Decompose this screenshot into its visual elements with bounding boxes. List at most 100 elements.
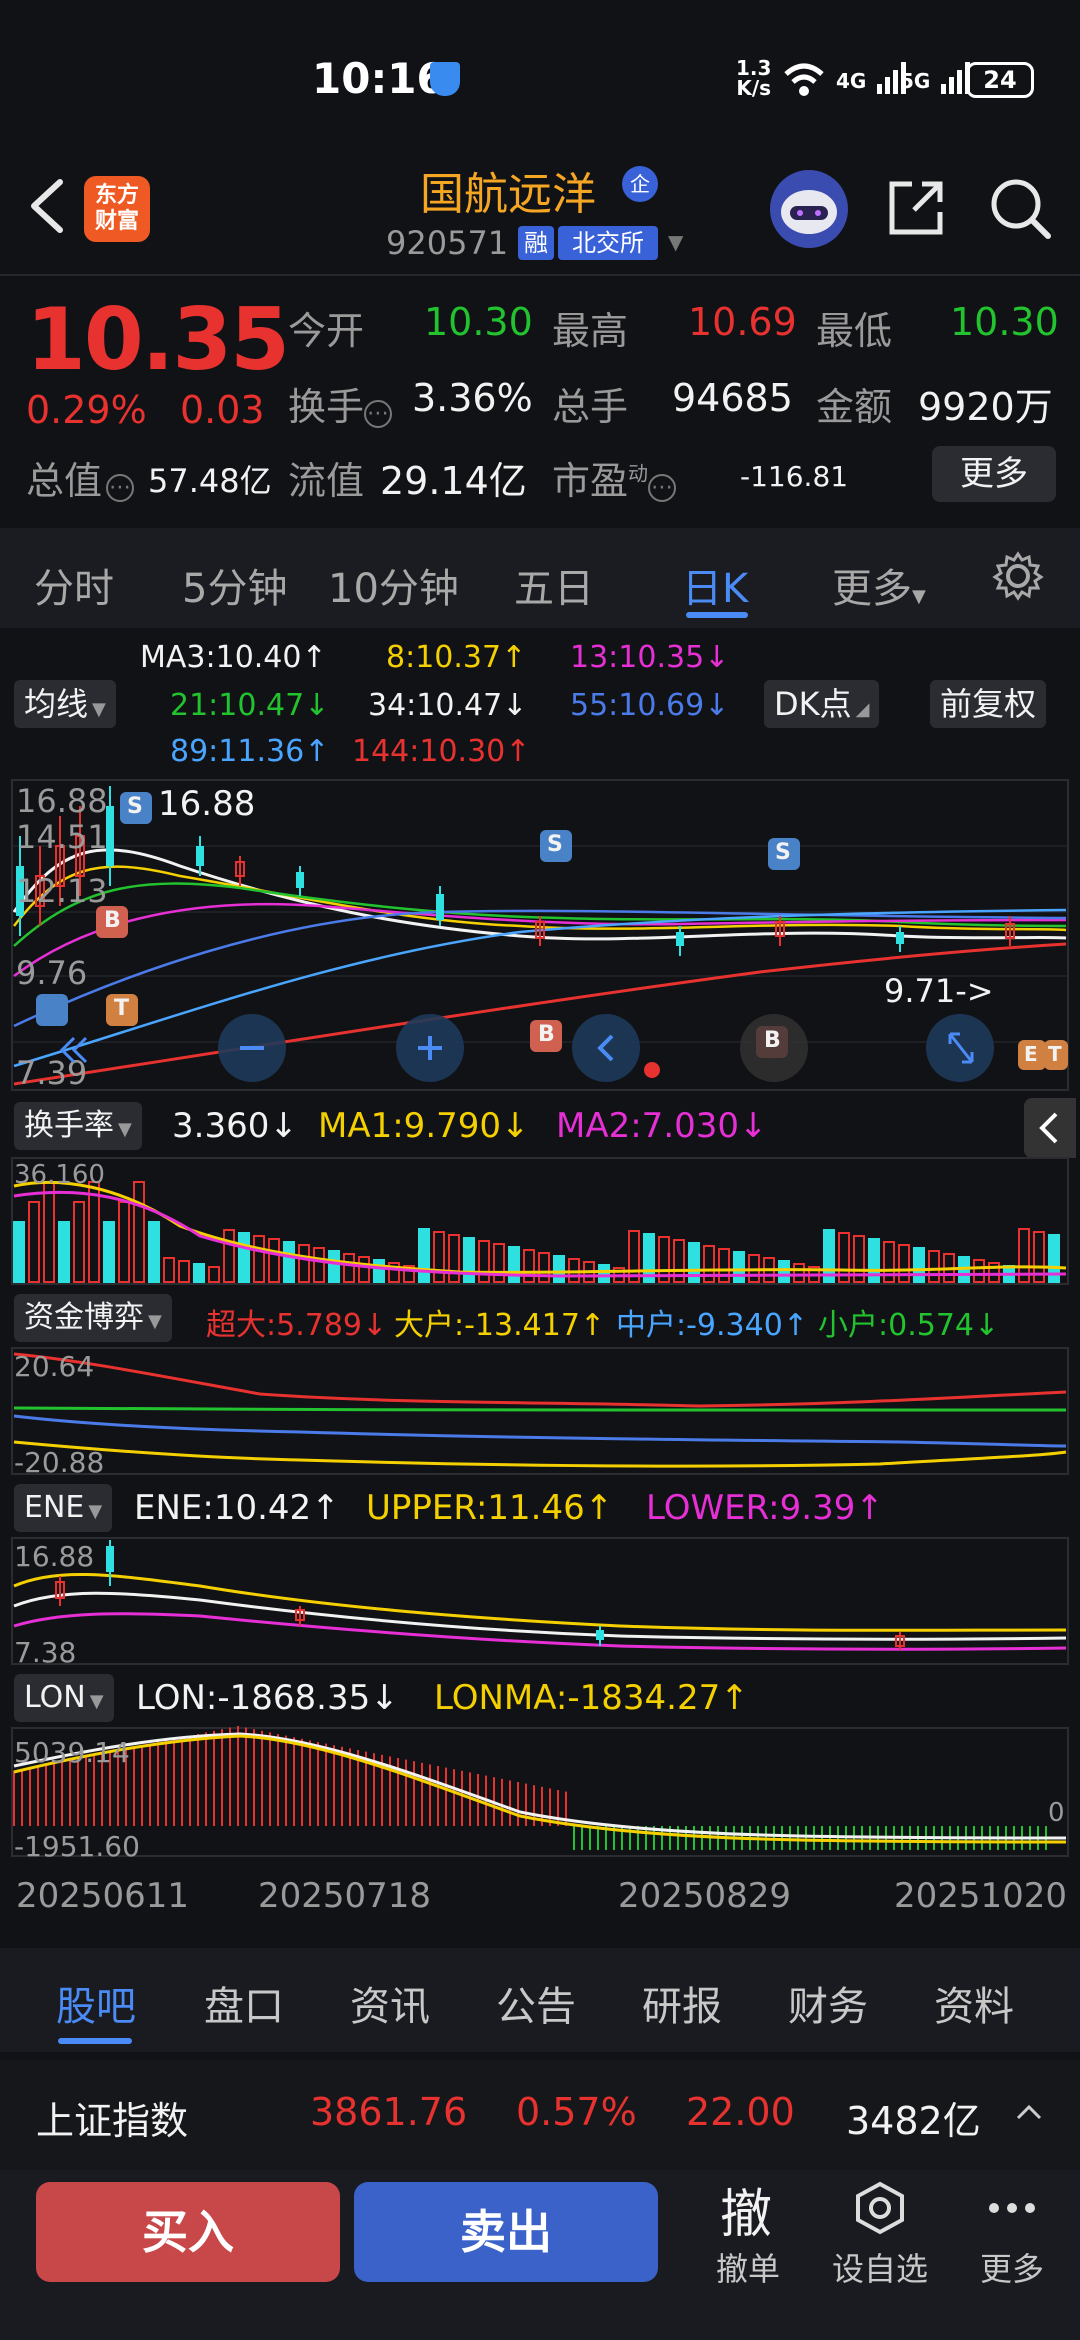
dk-point-button[interactable]: DK点 ◢: [764, 680, 880, 728]
volume-value: 94685: [672, 376, 793, 420]
turnover-bar: [193, 1263, 205, 1283]
info-icon[interactable]: ⋯: [648, 474, 677, 502]
caret-down-icon: ▼: [912, 586, 926, 607]
tab-more-label: 更多: [832, 566, 912, 612]
gear-icon[interactable]: [992, 550, 1044, 612]
signal-5g-label: 5G: [900, 69, 931, 93]
caret-down-icon[interactable]: ▼: [668, 230, 683, 254]
float-cap-label: 流值: [288, 459, 365, 503]
turnover-chart: [11, 1157, 1069, 1285]
turnover-bar: [88, 1181, 100, 1283]
turnover-bar: [478, 1240, 490, 1283]
net-speed-value: 1.3: [736, 56, 772, 80]
tab-10min[interactable]: 10分钟: [328, 556, 459, 614]
ma55-value: 55:10.69↓: [570, 688, 730, 723]
cancel-order-icon[interactable]: 撤: [720, 2172, 772, 2247]
volume-label: 总手: [552, 385, 629, 429]
fund-y-min: -20.88: [14, 1446, 105, 1479]
lonma-value: LONMA:-1834.27↑: [434, 1678, 749, 1718]
adjust-button[interactable]: 前复权: [930, 680, 1047, 728]
fund-flow-select-button[interactable]: 资金博弈 ▼: [14, 1294, 172, 1342]
turnover-bar: [328, 1250, 340, 1283]
ma3-value: MA3:10.40↑: [140, 640, 327, 675]
search-icon[interactable]: [986, 174, 1054, 242]
tab-intraday[interactable]: 分时: [34, 556, 114, 614]
tab-orderbook[interactable]: 盘口: [204, 1974, 284, 2032]
ene-select-label: ENE: [24, 1490, 85, 1525]
add-watchlist-icon[interactable]: [852, 2180, 908, 2236]
rewind-icon[interactable]: [54, 1030, 94, 1070]
tab-5day[interactable]: 五日: [514, 556, 594, 614]
pe-sup: 动: [628, 461, 649, 486]
kline-y-4: 9.76: [16, 954, 88, 992]
turnover-bar: [793, 1263, 805, 1283]
turnover-bar: [973, 1259, 985, 1283]
turnover-bar: [148, 1221, 160, 1283]
ma34-value: 34:10.47↓: [368, 688, 528, 723]
tab-guba[interactable]: 股吧: [56, 1974, 136, 2032]
fund-medium: 中户:-9.340↑: [616, 1308, 808, 1343]
ma-select-button[interactable]: 均线 ▼: [14, 680, 116, 728]
ene-select-button[interactable]: ENE ▼: [14, 1484, 113, 1532]
more-label[interactable]: 更多: [952, 2244, 1072, 2290]
tab-announcements[interactable]: 公告: [496, 1974, 576, 2032]
buy-button[interactable]: 买入: [36, 2182, 340, 2282]
scroll-left-icon[interactable]: [590, 1026, 622, 1070]
tab-finance[interactable]: 财务: [788, 1974, 868, 2032]
kline-y-2: 14.51: [16, 818, 108, 856]
zoom-out-icon[interactable]: [236, 1026, 268, 1070]
assistant-robot-icon[interactable]: [770, 170, 848, 248]
turnover-select-button[interactable]: 换手率 ▼: [14, 1102, 142, 1150]
stock-name[interactable]: 国航远洋: [420, 158, 596, 222]
turnover-bar: [103, 1221, 115, 1283]
fund-flow-select-label: 资金博弈: [24, 1300, 144, 1335]
pe-label-text: 市盈: [552, 459, 629, 503]
ene-lower: LOWER:9.39↑: [646, 1488, 884, 1528]
tab-research[interactable]: 研报: [642, 1974, 722, 2032]
fund-small: 小户:0.574↓: [818, 1308, 1000, 1343]
kline-max-marker: 16.88: [158, 784, 256, 824]
turnover-bar: [178, 1260, 190, 1283]
more-icon[interactable]: [984, 2196, 1040, 2220]
margin-tag: 融: [518, 226, 554, 260]
lon-zero-label: 0: [1048, 1798, 1065, 1828]
tab-5min[interactable]: 5分钟: [182, 556, 287, 614]
zoom-in-icon[interactable]: [414, 1026, 446, 1070]
chevron-up-icon[interactable]: [1014, 2098, 1044, 2128]
back-arrow-icon[interactable]: [20, 176, 80, 236]
ma89-value: 89:11.36↑: [170, 734, 330, 769]
tab-news[interactable]: 资讯: [350, 1974, 430, 2032]
tab-more[interactable]: 更多▼: [832, 556, 926, 614]
index-amount: 3482亿: [846, 2099, 981, 2143]
signal-s-marker: S: [775, 840, 791, 865]
turnover-bar: [313, 1247, 325, 1283]
clock: 10:16: [312, 54, 446, 103]
kline-last-marker: 9.71->: [884, 972, 994, 1010]
more-quote-button[interactable]: 更多: [932, 446, 1056, 502]
index-ticker[interactable]: 上证指数 3861.76 0.57% 22.00 3482亿: [0, 2060, 1080, 2170]
lon-select-button[interactable]: LON ▼: [14, 1674, 114, 1722]
ene-value: ENE:10.42↑: [134, 1488, 340, 1528]
signal-s-marker: S: [127, 794, 143, 819]
turnover-label-text: 换手: [288, 385, 365, 429]
market-cap-label-text: 总值: [26, 459, 103, 503]
fullscreen-icon[interactable]: [944, 1028, 978, 1068]
info-icon[interactable]: ⋯: [364, 400, 393, 428]
lon-y-min: -1951.60: [14, 1830, 140, 1863]
info-icon[interactable]: ⋯: [106, 474, 135, 502]
share-icon[interactable]: [884, 176, 948, 240]
turnover-bar: [208, 1266, 220, 1283]
kline-chart[interactable]: [0, 776, 1080, 1096]
ene-upper: UPPER:11.46↑: [366, 1488, 614, 1528]
signal-b-marker: B: [764, 1028, 781, 1053]
tab-profile[interactable]: 资料: [934, 1974, 1014, 2032]
open-label: 今开: [288, 309, 365, 353]
tab-daily-k[interactable]: 日K: [682, 556, 748, 614]
turnover-bar: [283, 1241, 295, 1283]
turnover-label: 换手 ⋯: [288, 376, 393, 431]
add-watchlist-label[interactable]: 设自选: [820, 2244, 940, 2290]
collapse-panel-button[interactable]: [1024, 1098, 1076, 1158]
sell-button[interactable]: 卖出: [354, 2182, 658, 2282]
ma13-value: 13:10.35↓: [570, 640, 730, 675]
cancel-order-label[interactable]: 撤单: [688, 2244, 808, 2290]
